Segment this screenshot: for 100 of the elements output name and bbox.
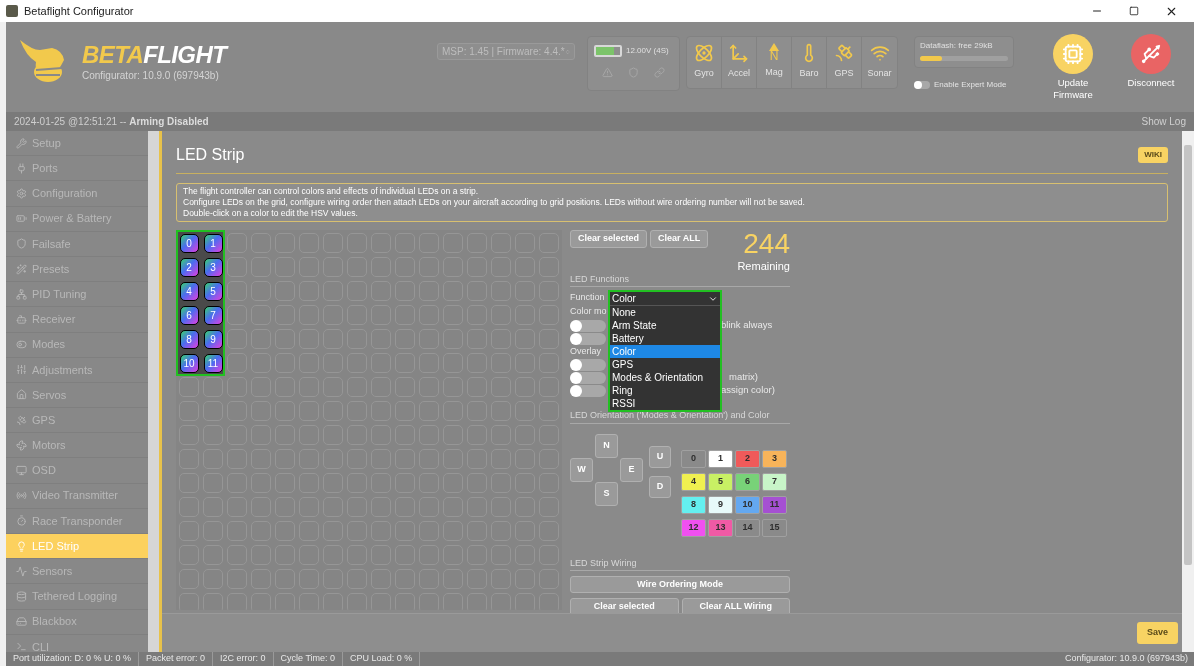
battery-icon: [594, 45, 622, 57]
overlay-label: Overlay: [570, 344, 601, 358]
wiring-clear-button[interactable]: Clear ALL Wiring: [681, 598, 790, 613]
configurator-version: Configurator: 10.9.0 (697943b): [82, 69, 220, 83]
color-swatch[interactable]: 9: [708, 495, 733, 514]
window-title: Betaflight Configurator: [24, 3, 134, 19]
empty-led-cell[interactable]: [203, 377, 223, 397]
led-cell[interactable]: 6: [179, 305, 199, 325]
save-button[interactable]: Save: [1136, 622, 1178, 644]
color-swatch[interactable]: 13: [708, 518, 733, 537]
sensor-indicator: Sonar: [862, 37, 897, 88]
show-log-link[interactable]: Show Log: [1141, 114, 1186, 129]
dropdown-option[interactable]: GPS: [610, 358, 720, 371]
satellite-icon: [16, 414, 27, 426]
waves-icon: [869, 43, 890, 63]
direction-button[interactable]: W: [570, 457, 593, 482]
direction-button[interactable]: N: [595, 433, 618, 458]
color-swatch[interactable]: 8: [681, 495, 706, 514]
color-swatch[interactable]: 15: [762, 518, 787, 537]
clear-button[interactable]: Clear ALL: [650, 230, 709, 248]
toggle-icon: [16, 339, 27, 351]
color-swatch[interactable]: 5: [708, 472, 733, 491]
direction-button[interactable]: E: [620, 457, 643, 482]
led-cell[interactable]: 3: [203, 257, 223, 277]
toggle-switch[interactable]: [570, 358, 606, 371]
color-swatch[interactable]: 2: [735, 449, 760, 468]
dropdown-option[interactable]: Modes & Orientation: [610, 371, 720, 384]
color-swatch[interactable]: 10: [735, 495, 760, 514]
terminal-icon: [16, 641, 27, 652]
color-swatch[interactable]: 12: [681, 518, 706, 537]
dropdown-option[interactable]: Color: [610, 345, 720, 358]
color-swatch[interactable]: 7: [762, 472, 787, 491]
brand-logo: BETAFLIGHT: [82, 42, 227, 68]
direction-button[interactable]: U: [649, 445, 671, 468]
wire-ordering-button[interactable]: Wire Ordering Mode: [570, 576, 790, 593]
dropdown-option[interactable]: Ring: [610, 384, 720, 397]
empty-led-cell[interactable]: [179, 377, 199, 397]
color-swatch[interactable]: 1: [708, 449, 733, 468]
led-cell[interactable]: 8: [179, 329, 199, 349]
warning-icon: [601, 67, 613, 78]
section-heading: LED Strip Wiring: [570, 556, 790, 571]
chip-icon: [1062, 43, 1084, 65]
toggle-switch[interactable]: [570, 319, 606, 332]
led-cell[interactable]: 9: [203, 329, 223, 349]
led-cell[interactable]: 4: [179, 281, 199, 301]
battery-icon: [16, 213, 27, 225]
led-cell[interactable]: 1: [203, 233, 223, 253]
log-status: 2024-01-25 @12:51:21 -- Arming Disabled: [14, 115, 209, 129]
robot-icon: [16, 313, 27, 325]
database-icon: [16, 590, 27, 602]
led-cell[interactable]: 11: [203, 353, 223, 373]
led-cell[interactable]: 0: [179, 233, 199, 253]
color-swatch[interactable]: 11: [762, 495, 787, 514]
dropdown-option[interactable]: RSSI: [610, 397, 720, 410]
wiring-clear-button[interactable]: Clear selected: [570, 598, 679, 613]
status-item: Port utilization: D: 0 % U: 0 %: [6, 652, 140, 666]
app-icon: [6, 5, 18, 17]
expert-mode-toggle[interactable]: [914, 81, 930, 89]
page-title: LED Strip: [176, 145, 246, 165]
dropdown-option[interactable]: Battery: [610, 332, 720, 345]
dataflash-panel: Dataflash: free 29kB: [914, 36, 1014, 68]
toggle-switch[interactable]: [570, 371, 606, 384]
update-firmware-button[interactable]: Update Firmware: [1038, 34, 1108, 101]
led-cell[interactable]: 7: [203, 305, 223, 325]
toggle-switch[interactable]: [570, 332, 606, 345]
plug-icon: [16, 162, 27, 174]
direction-button[interactable]: D: [649, 475, 671, 498]
lightbulb-icon: [16, 540, 27, 552]
clear-button[interactable]: Clear selected: [570, 230, 648, 248]
color-swatch[interactable]: 4: [681, 472, 706, 491]
function-label: Function: [570, 291, 605, 305]
led-cell[interactable]: 5: [203, 281, 223, 301]
sliders-icon: [16, 364, 27, 376]
sensor-indicator: N Mag: [757, 37, 792, 88]
color-swatch[interactable]: 0: [681, 449, 706, 468]
color-swatch[interactable]: 3: [762, 449, 787, 468]
direction-button[interactable]: S: [595, 481, 618, 506]
led-cell[interactable]: 2: [179, 257, 199, 277]
sidebar-scrollbar[interactable]: [148, 131, 162, 652]
disconnect-button[interactable]: Disconnect: [1116, 34, 1186, 89]
dropdown-option[interactable]: None: [610, 306, 720, 319]
link-icon: [654, 67, 666, 78]
toggle-switch[interactable]: [570, 384, 606, 397]
remaining-count: 244: [743, 230, 790, 258]
status-item: CPU Load: 0 %: [343, 652, 421, 666]
dropdown-option[interactable]: Arm State: [610, 319, 720, 332]
maximize-icon[interactable]: [1129, 6, 1139, 16]
toggle-label: assign color): [721, 383, 775, 398]
wiki-button[interactable]: WIKI: [1138, 147, 1168, 163]
sensor-indicator: Gyro: [687, 37, 722, 88]
house-icon: [16, 389, 27, 401]
led-cell[interactable]: 10: [179, 353, 199, 373]
atom-icon: [694, 43, 714, 63]
color-swatch[interactable]: 6: [735, 472, 760, 491]
battery-voltage: 12.00V (4S): [626, 45, 669, 57]
sensor-indicator: Accel: [722, 37, 757, 88]
color-swatch[interactable]: 14: [735, 518, 760, 537]
section-heading: LED Functions: [570, 272, 790, 287]
status-item: I2C error: 0: [213, 652, 274, 666]
function-select[interactable]: Color: [610, 292, 720, 306]
